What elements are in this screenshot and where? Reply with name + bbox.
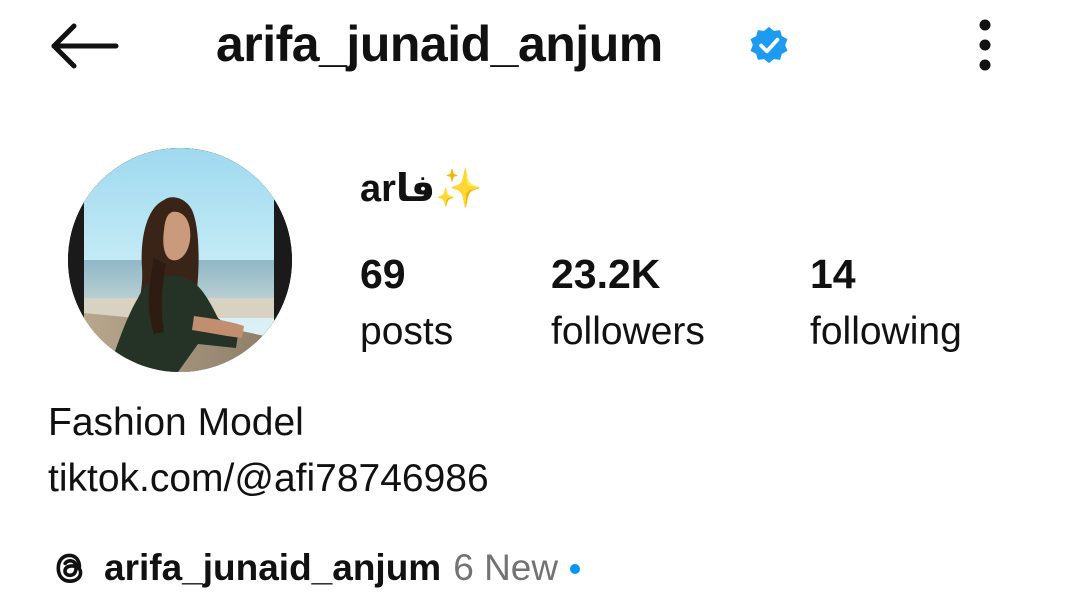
following-stat[interactable]: 14 following xyxy=(810,246,962,362)
arrow-left-icon xyxy=(51,23,119,69)
following-label: following xyxy=(810,310,962,353)
new-indicator-dot xyxy=(570,564,581,574)
threads-handle: arifa_junaid_anjum xyxy=(104,547,442,588)
profile-page: arifa_junaid_anjum arفا✨ 69 posts 23.2K … xyxy=(0,0,1080,607)
followers-label: followers xyxy=(551,310,705,353)
back-button[interactable] xyxy=(44,14,124,78)
posts-label: posts xyxy=(360,310,454,353)
following-count: 14 xyxy=(810,251,856,297)
verified-badge-icon xyxy=(750,26,788,64)
page-title: arifa_junaid_anjum xyxy=(216,16,663,72)
bio-link[interactable]: tiktok.com/@afi78746986 xyxy=(48,450,489,508)
posts-stat[interactable]: 69 posts xyxy=(360,246,453,362)
more-vertical-icon xyxy=(979,19,991,71)
display-name: arفا✨ xyxy=(360,168,483,210)
posts-count: 69 xyxy=(360,251,406,297)
threads-icon xyxy=(48,546,92,590)
profile-photo xyxy=(68,148,292,372)
followers-count: 23.2K xyxy=(551,251,661,297)
avatar[interactable] xyxy=(68,148,292,372)
more-options-button[interactable] xyxy=(962,14,1008,76)
bio-category: Fashion Model xyxy=(48,401,304,444)
followers-stat[interactable]: 23.2K followers xyxy=(551,246,705,362)
threads-new-count: 6 New xyxy=(453,547,559,588)
threads-badge[interactable]: arifa_junaid_anjum 6 New xyxy=(48,540,581,596)
top-bar: arifa_junaid_anjum xyxy=(0,0,1080,96)
